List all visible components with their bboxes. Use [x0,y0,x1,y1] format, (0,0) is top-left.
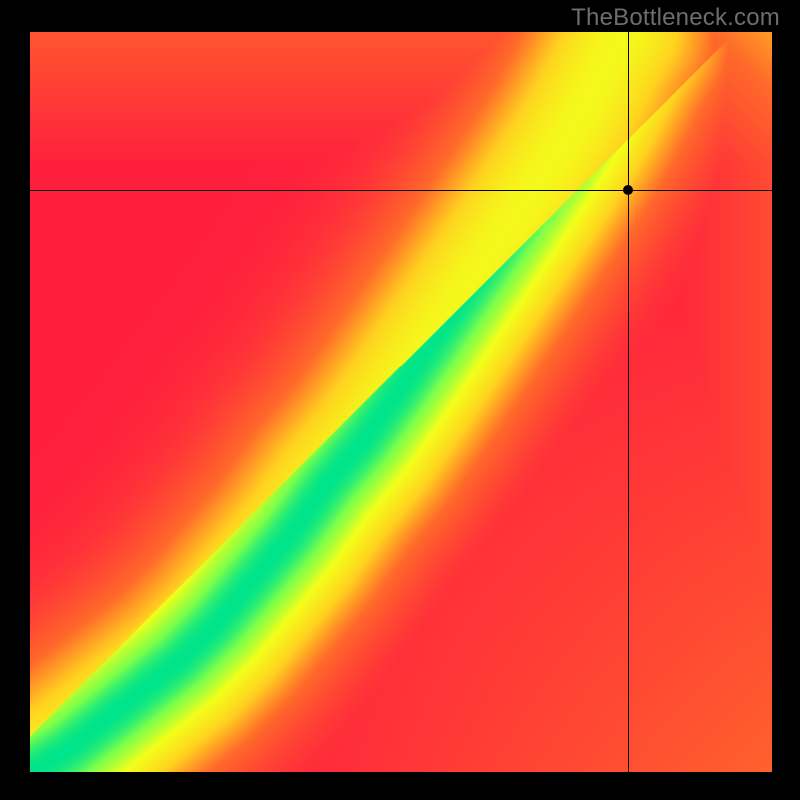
crosshair-horizontal [30,190,772,191]
chart-stage: TheBottleneck.com [0,0,800,800]
watermark-text: TheBottleneck.com [571,4,780,32]
heatmap-canvas [30,32,772,772]
crosshair-vertical [628,32,629,772]
marker-dot [623,185,633,195]
